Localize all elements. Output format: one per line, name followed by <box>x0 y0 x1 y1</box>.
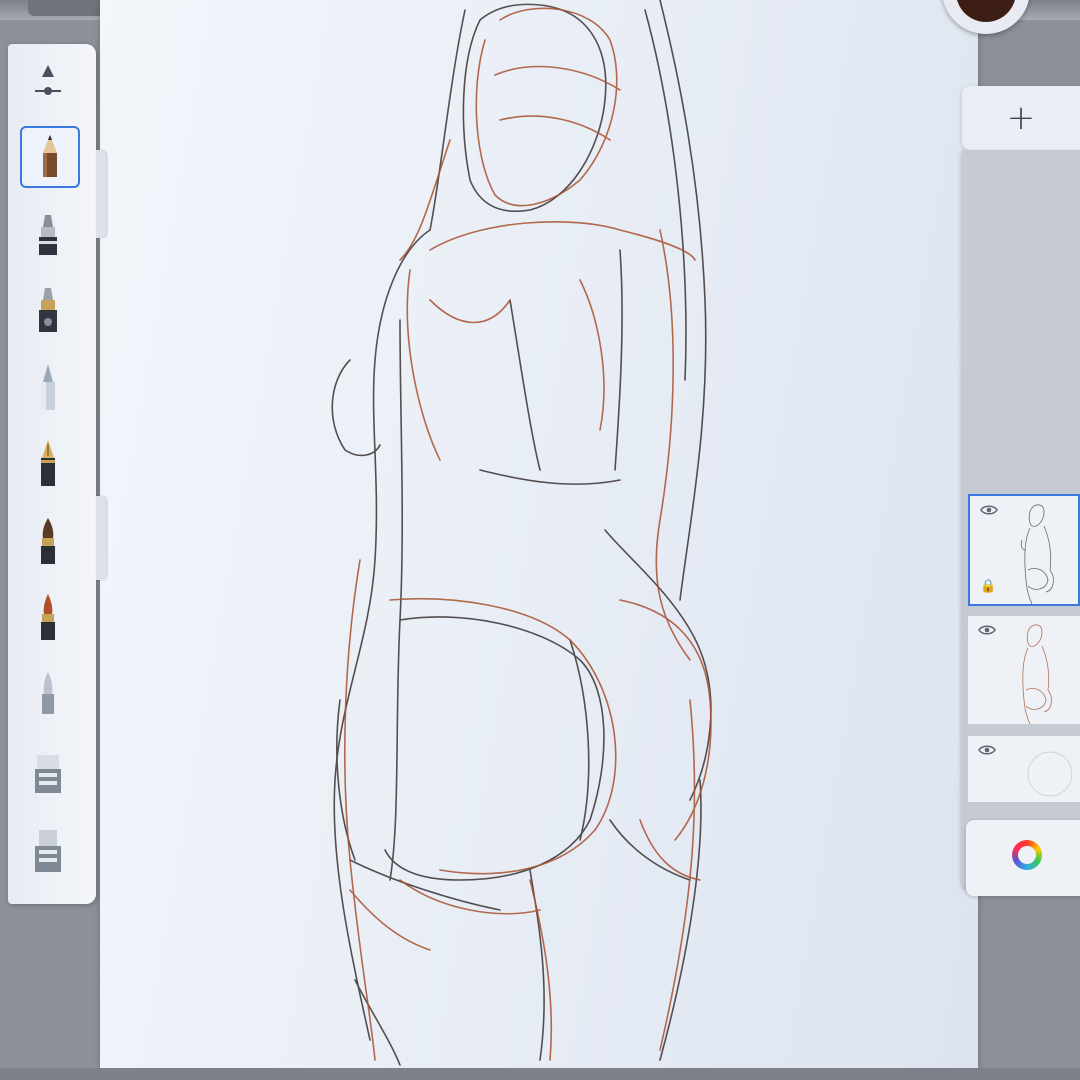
lock-icon[interactable]: 🔒 <box>980 579 996 594</box>
device-frame-bottom <box>0 1068 1080 1080</box>
layer-preview <box>1022 624 1052 724</box>
smudge-icon[interactable] <box>20 664 76 722</box>
paintbrush-icon[interactable] <box>20 512 76 570</box>
airbrush-icon[interactable] <box>20 358 76 416</box>
eraser-icon[interactable] <box>20 744 76 802</box>
ballpoint-pen-icon[interactable] <box>20 206 76 264</box>
add-layer-button[interactable]: + <box>962 86 1080 150</box>
paintbrush-fine-icon[interactable] <box>20 588 76 646</box>
layer-thumbnail-1[interactable]: 🔒 <box>968 494 1080 606</box>
palette-scroll-handle-lower[interactable] <box>96 496 106 580</box>
eye-icon[interactable] <box>980 504 998 516</box>
layer-thumbnail-3[interactable] <box>968 736 1080 802</box>
color-editor-button[interactable] <box>966 820 1080 896</box>
layer-preview <box>1027 751 1072 797</box>
brush-size-slider-icon[interactable] <box>20 52 76 110</box>
fountain-pen-icon[interactable] <box>20 434 76 492</box>
pencil-icon[interactable] <box>20 126 80 188</box>
layer-preview <box>1020 504 1054 604</box>
current-color-swatch <box>956 0 1016 22</box>
red-strokes <box>344 7 712 1061</box>
color-wheel-icon <box>1012 840 1042 870</box>
drawing-canvas[interactable] <box>100 0 978 1068</box>
eye-icon[interactable] <box>978 744 996 756</box>
hard-eraser-icon[interactable] <box>20 822 76 880</box>
eye-icon[interactable] <box>978 624 996 636</box>
plus-icon: + <box>1006 98 1036 138</box>
dark-strokes <box>331 0 712 1066</box>
marker-icon[interactable] <box>20 282 76 340</box>
sketch-strokes <box>331 0 712 1066</box>
layer-thumbnail-2[interactable] <box>968 616 1080 724</box>
palette-scroll-handle[interactable] <box>96 150 106 238</box>
